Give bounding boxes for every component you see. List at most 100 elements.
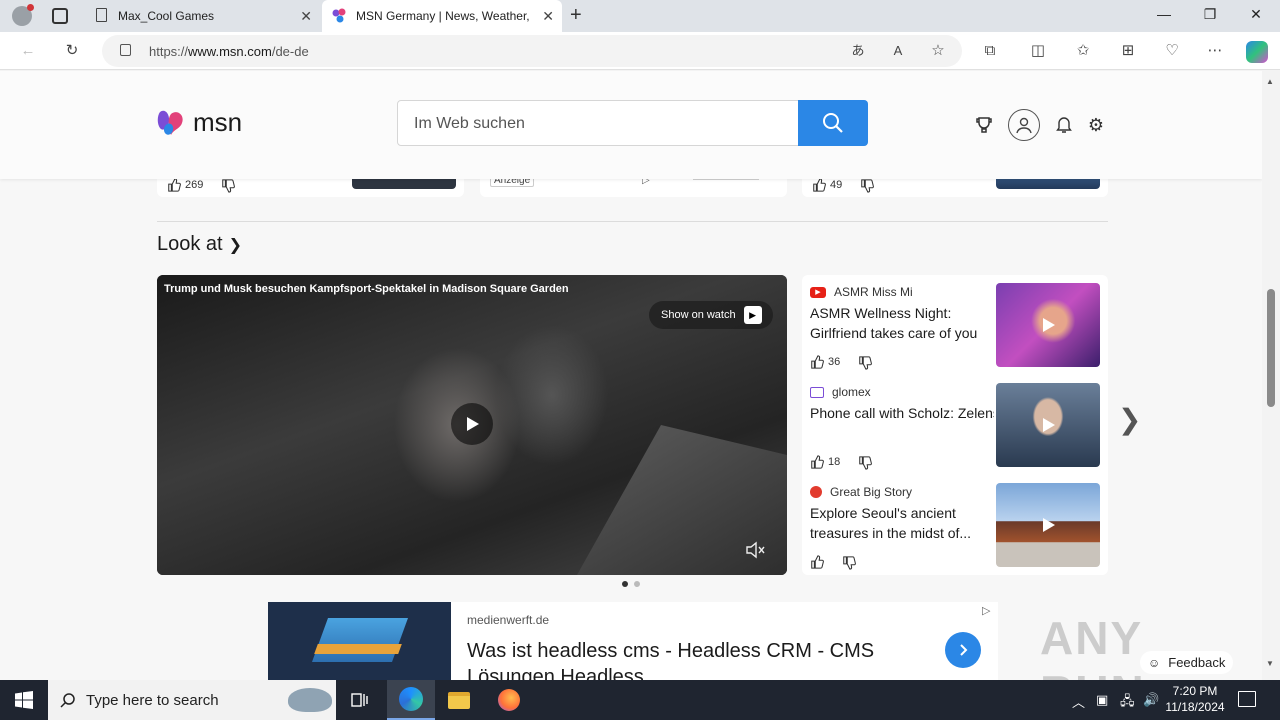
like-button[interactable]: 18 <box>810 455 840 469</box>
thumbs-up-icon <box>168 178 181 192</box>
ad-go-button[interactable] <box>945 632 981 668</box>
translate-icon[interactable]: あ <box>848 41 868 61</box>
carousel-dot[interactable] <box>634 581 640 587</box>
tray-chevron-icon[interactable]: ︿ <box>1072 692 1085 711</box>
volume-icon[interactable]: 🔊 <box>1143 692 1159 708</box>
search-button[interactable] <box>798 100 868 146</box>
read-aloud-icon[interactable]: A <box>888 41 908 61</box>
page-icon <box>96 8 107 22</box>
thumbs-down-icon[interactable] <box>860 179 874 193</box>
item-source: Great Big Story <box>810 485 912 499</box>
chevron-right-icon <box>960 644 968 656</box>
file-explorer-icon[interactable] <box>435 680 483 720</box>
like-button[interactable]: 49 <box>812 178 842 192</box>
rewards-trophy-icon[interactable] <box>970 111 998 139</box>
item-source: ▶ ASMR Miss Mi <box>810 285 913 299</box>
taskbar-search-placeholder: Type here to search <box>86 691 219 709</box>
performance-icon[interactable]: ♡ <box>1162 41 1182 61</box>
restore-button[interactable]: ❐ <box>1198 6 1222 23</box>
web-search-input[interactable]: Im Web suchen <box>397 100 868 146</box>
play-icon <box>1043 418 1055 432</box>
copilot-icon[interactable] <box>1246 41 1268 63</box>
item-source: glomex <box>810 385 871 399</box>
video-caption: Trump und Musk besuchen Kampfsport-Spekt… <box>164 283 569 295</box>
scroll-up-icon[interactable]: ▲ <box>1266 77 1274 86</box>
notifications-bell-icon[interactable] <box>1050 111 1078 139</box>
page-content: 269 Anzeige ▷ 49 msn Im Web suchen ⚙ Loo… <box>0 71 1262 680</box>
logo-text: msn <box>193 107 243 137</box>
favorites-icon[interactable]: ✩ <box>1073 41 1093 61</box>
split-screen-icon[interactable]: ◫ <box>1028 41 1048 61</box>
item-headline: Phone call with Scholz: Zelensky hopes f… <box>810 405 994 421</box>
collections-icon[interactable]: ⊞ <box>1118 41 1138 61</box>
adchoices-icon[interactable]: ▷ <box>982 604 990 617</box>
carousel-next-icon[interactable]: ❯ <box>1118 403 1141 436</box>
thumbs-down-icon[interactable] <box>858 356 872 370</box>
like-button[interactable] <box>810 555 828 569</box>
ad-banner[interactable]: medienwerft.de Was ist headless cms - He… <box>268 602 998 680</box>
item-thumbnail <box>996 283 1100 367</box>
firefox-icon[interactable] <box>485 680 533 720</box>
tab-max-cool-games[interactable]: Max_Cool Games ✕ <box>84 0 320 32</box>
tab-msn[interactable]: MSN Germany | News, Weather, Sp ✕ <box>322 0 562 32</box>
system-clock[interactable]: 7:20 PM 11/18/2024 <box>1162 683 1228 715</box>
featured-video[interactable]: Trump und Musk besuchen Kampfsport-Spekt… <box>157 275 787 575</box>
extensions-icon[interactable]: ⧉ <box>980 41 1000 61</box>
favorite-star-icon[interactable]: ☆ <box>928 41 948 61</box>
list-item[interactable]: ▶ ASMR Miss Mi ASMR Wellness Night: Girl… <box>802 275 1108 375</box>
ad-image <box>268 602 451 680</box>
like-button[interactable]: 36 <box>810 355 840 369</box>
minimize-button[interactable]: — <box>1152 6 1176 22</box>
search-icon <box>823 113 843 133</box>
more-menu-icon[interactable]: ⋯ <box>1205 41 1225 61</box>
thumbs-up-icon <box>811 555 824 569</box>
lock-icon[interactable] <box>120 44 131 56</box>
network-icon[interactable]: 🖧 <box>1120 692 1135 714</box>
scroll-down-icon[interactable]: ▼ <box>1266 659 1274 668</box>
refresh-icon[interactable]: ↻ <box>62 41 82 61</box>
tray-app-icon[interactable]: ▣ <box>1096 692 1108 708</box>
play-icon[interactable] <box>451 403 493 445</box>
close-tab-icon[interactable]: ✕ <box>542 8 554 25</box>
list-item[interactable]: Great Big Story Explore Seoul's ancient … <box>802 475 1108 575</box>
thumbs-down-icon[interactable] <box>842 556 856 570</box>
feedback-button[interactable]: ☺ Feedback <box>1140 651 1234 674</box>
edge-taskbar-icon[interactable] <box>387 680 435 720</box>
msn-favicon-icon <box>332 8 346 23</box>
close-tab-icon[interactable]: ✕ <box>300 8 312 25</box>
account-icon[interactable] <box>1008 109 1040 141</box>
windows-start-icon[interactable] <box>0 680 48 720</box>
glomex-icon <box>810 386 824 398</box>
play-small-icon: ▶ <box>743 306 762 324</box>
chevron-right-icon: ❯ <box>228 237 243 254</box>
clock-time: 7:20 PM <box>1172 684 1218 698</box>
notification-center-icon[interactable] <box>1238 691 1256 707</box>
carousel-dot-active[interactable] <box>622 581 628 587</box>
close-window-button[interactable]: ✕ <box>1244 6 1268 23</box>
page-scrollbar[interactable]: ▲ ▼ <box>1262 71 1280 680</box>
back-icon[interactable]: ← <box>18 41 38 61</box>
thumbs-down-icon[interactable] <box>858 456 872 470</box>
item-thumbnail <box>996 483 1100 567</box>
new-tab-button[interactable]: + <box>570 4 582 27</box>
carousel-dots <box>622 581 640 587</box>
profile-icon[interactable] <box>12 4 34 26</box>
tab-actions-icon[interactable] <box>52 8 68 24</box>
like-button[interactable]: 269 <box>167 178 203 192</box>
scrollbar-thumb[interactable] <box>1267 289 1275 407</box>
item-thumbnail <box>996 383 1100 467</box>
settings-gear-icon[interactable]: ⚙ <box>1082 111 1110 139</box>
section-title[interactable]: Look at ❯ <box>157 233 242 256</box>
youtube-icon: ▶ <box>810 286 826 298</box>
task-view-icon[interactable] <box>336 680 384 720</box>
msn-logo[interactable]: msn <box>157 107 242 138</box>
address-bar[interactable]: https://www.msn.com/de-de あ A ☆ <box>102 35 962 67</box>
item-headline: Explore Seoul's ancient treasures in the… <box>810 505 972 541</box>
taskbar-search-input[interactable]: Type here to search <box>48 680 336 720</box>
feedback-icon: ☺ <box>1148 655 1161 670</box>
play-icon <box>1043 318 1055 332</box>
show-on-watch-button[interactable]: Show on watch ▶ <box>649 301 773 329</box>
mute-icon[interactable] <box>745 541 765 564</box>
list-item[interactable]: glomex Phone call with Scholz: Zelensky … <box>802 375 1108 475</box>
thumbs-down-icon[interactable] <box>221 179 235 193</box>
